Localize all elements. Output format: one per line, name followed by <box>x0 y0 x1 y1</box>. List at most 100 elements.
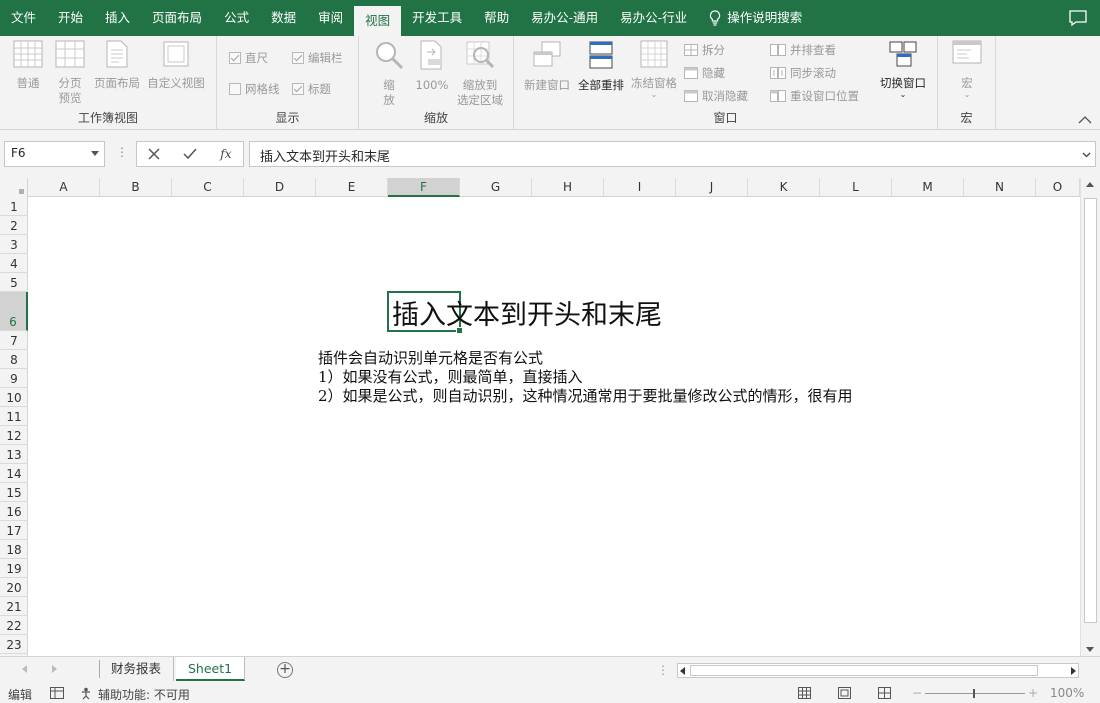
cell-f6-title[interactable]: 插入文本到开头和末尾 <box>392 293 662 332</box>
column-header[interactable]: C <box>172 178 244 197</box>
zoom-level[interactable]: 100% <box>1050 686 1084 700</box>
row-header[interactable]: 2 <box>0 216 28 235</box>
ruler-checkbox[interactable]: 直尺 <box>229 50 268 66</box>
tell-me-search[interactable]: 操作说明搜索 <box>698 0 813 36</box>
tab-home[interactable]: 开始 <box>47 0 94 36</box>
page-layout-view-button[interactable]: 页面布局 <box>90 40 144 91</box>
horizontal-scroll-thumb[interactable] <box>690 665 1038 676</box>
row-header[interactable]: 1 <box>0 197 28 216</box>
column-header[interactable]: F <box>388 178 460 197</box>
column-header[interactable]: H <box>532 178 604 197</box>
tab-splitter-icon[interactable]: ⋮ <box>657 663 669 677</box>
cancel-icon[interactable] <box>148 148 160 160</box>
custom-views-button[interactable]: 自定义视图 <box>144 40 208 91</box>
column-header[interactable]: G <box>460 178 532 197</box>
row-header[interactable]: 5 <box>0 273 28 292</box>
scroll-down-icon[interactable] <box>1086 647 1094 652</box>
normal-view-button[interactable]: 普通 <box>6 40 50 91</box>
scroll-up-icon[interactable] <box>1086 182 1094 187</box>
column-header[interactable]: D <box>244 178 316 197</box>
next-sheet-icon[interactable] <box>52 665 57 673</box>
formula-bar-grip-icon[interactable]: ⋮ <box>116 145 128 159</box>
arrange-all-button[interactable]: 全部重排 <box>574 40 628 93</box>
reset-window-position-button[interactable]: 重设窗口位置 <box>770 88 859 104</box>
zoom-to-selection-button[interactable]: 缩放到 选定区域 <box>453 40 507 108</box>
accessibility-icon[interactable] <box>80 687 96 700</box>
select-all-button[interactable] <box>0 178 28 197</box>
vertical-scroll-thumb[interactable] <box>1084 198 1097 623</box>
view-side-by-side-button[interactable]: 并排查看 <box>770 42 836 58</box>
collapse-ribbon-icon[interactable] <box>1078 115 1092 125</box>
freeze-panes-button[interactable]: 冻结窗格 ⌄ <box>628 40 680 99</box>
split-button[interactable]: 拆分 <box>684 42 725 58</box>
gridlines-checkbox[interactable]: 网格线 <box>229 81 280 97</box>
row-header[interactable]: 10 <box>0 388 28 407</box>
row-header[interactable]: 23 <box>0 635 28 654</box>
cell-e8[interactable]: 插件会自动识别单元格是否有公式 <box>318 347 543 368</box>
horizontal-scrollbar[interactable] <box>677 663 1079 678</box>
expand-formula-bar-icon[interactable] <box>1082 152 1091 158</box>
row-header[interactable]: 6 <box>0 292 28 331</box>
column-header[interactable]: B <box>100 178 172 197</box>
row-header[interactable]: 7 <box>0 331 28 350</box>
row-header[interactable]: 15 <box>0 483 28 502</box>
zoom-100-button[interactable]: 100% <box>411 40 453 93</box>
sheet-tab-sheet1[interactable]: Sheet1 <box>176 657 246 681</box>
row-header[interactable]: 14 <box>0 464 28 483</box>
scroll-right-icon[interactable] <box>1071 667 1076 675</box>
tab-ebangong-industry[interactable]: 易办公-行业 <box>609 0 698 36</box>
row-header[interactable]: 17 <box>0 521 28 540</box>
accessibility-status[interactable]: 辅助功能: 不可用 <box>98 686 190 703</box>
new-window-button[interactable]: 新建窗口 <box>522 40 572 93</box>
tab-developer[interactable]: 开发工具 <box>401 0 473 36</box>
tab-help[interactable]: 帮助 <box>473 0 520 36</box>
row-header[interactable]: 11 <box>0 407 28 426</box>
tab-view[interactable]: 视图 <box>354 6 402 36</box>
row-header[interactable]: 20 <box>0 578 28 597</box>
tab-ebangong-general[interactable]: 易办公-通用 <box>520 0 609 36</box>
column-header[interactable]: I <box>604 178 676 197</box>
row-header[interactable]: 16 <box>0 502 28 521</box>
scroll-left-icon[interactable] <box>680 667 685 675</box>
column-header[interactable]: A <box>28 178 100 197</box>
cell-e9[interactable]: 1）如果没有公式，则最简单，直接插入 <box>318 366 583 387</box>
sync-scroll-button[interactable]: 同步滚动 <box>770 65 836 81</box>
sheet-tab-financial-report[interactable]: 财务报表 <box>99 657 175 681</box>
zoom-in-icon[interactable]: + <box>1028 686 1038 700</box>
page-layout-icon[interactable] <box>838 687 851 699</box>
row-header[interactable]: 13 <box>0 445 28 464</box>
name-box[interactable]: F6 <box>4 141 105 167</box>
comment-icon[interactable] <box>1068 9 1088 27</box>
row-header[interactable]: 18 <box>0 540 28 559</box>
column-header[interactable]: N <box>964 178 1036 197</box>
chevron-down-icon[interactable] <box>91 151 99 160</box>
tab-review[interactable]: 审阅 <box>307 0 354 36</box>
row-header[interactable]: 12 <box>0 426 28 445</box>
row-header[interactable]: 4 <box>0 254 28 273</box>
prev-sheet-icon[interactable] <box>22 665 27 673</box>
vertical-scrollbar[interactable] <box>1080 178 1100 656</box>
tab-data[interactable]: 数据 <box>260 0 307 36</box>
row-header[interactable]: 21 <box>0 597 28 616</box>
column-header[interactable]: M <box>892 178 964 197</box>
hide-button[interactable]: 隐藏 <box>684 65 725 81</box>
unhide-button[interactable]: 取消隐藏 <box>684 88 748 104</box>
tab-insert[interactable]: 插入 <box>94 0 141 36</box>
worksheet-grid[interactable]: ABCDEFGHIJKLMNO 1 2 3 4 5 6 7 8 9 10 11 12 13 14 15 16 1… <box>0 178 1100 656</box>
formula-bar-checkbox[interactable]: 编辑栏 <box>292 50 343 66</box>
tab-file[interactable]: 文件 <box>0 0 47 36</box>
column-header[interactable]: L <box>820 178 892 197</box>
macro-record-icon[interactable] <box>50 687 64 699</box>
enter-check-icon[interactable] <box>183 148 197 160</box>
add-sheet-button[interactable]: + <box>277 662 293 678</box>
zoom-out-icon[interactable]: − <box>912 686 922 700</box>
page-break-preview-button[interactable]: 分页 预览 <box>50 40 90 106</box>
column-header[interactable]: K <box>748 178 820 197</box>
zoom-button[interactable]: 缩 放 <box>369 40 409 108</box>
column-header[interactable]: O <box>1036 178 1080 197</box>
tab-formulas[interactable]: 公式 <box>213 0 260 36</box>
tab-page-layout[interactable]: 页面布局 <box>141 0 213 36</box>
cell-e10[interactable]: 2）如果是公式，则自动识别，这种情况通常用于要批量修改公式的情形，很有用 <box>318 385 853 406</box>
zoom-slider[interactable] <box>925 693 1025 694</box>
row-header[interactable]: 9 <box>0 369 28 388</box>
